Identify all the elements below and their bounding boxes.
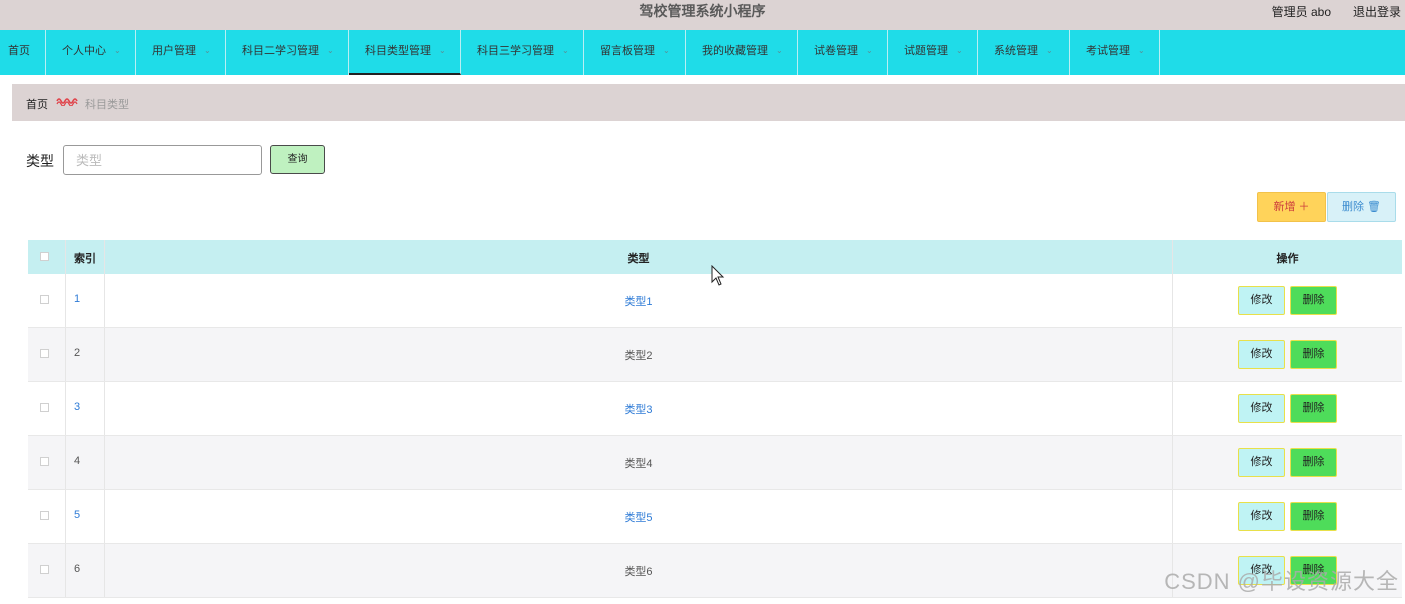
title-bar: 驾校管理系统小程序 管理员 abo 退出登录	[0, 0, 1405, 30]
row-index: 2	[74, 347, 81, 359]
chevron-down-icon: ⌄	[114, 46, 121, 55]
watermark: CSDN @毕设资源大全	[1164, 569, 1399, 594]
row-type: 类型4	[624, 458, 653, 470]
delete-button[interactable]: 删除	[1290, 448, 1337, 477]
row-index: 5	[74, 509, 81, 521]
nav-item-label: 考试管理	[1086, 45, 1130, 57]
column-divider	[65, 328, 66, 381]
column-divider	[65, 240, 66, 274]
nav-item-10[interactable]: 系统管理 ⌄	[978, 30, 1070, 75]
row-checkbox[interactable]	[40, 511, 49, 520]
search-button[interactable]: 查询	[270, 145, 325, 174]
add-button[interactable]: 新增 ＋	[1257, 192, 1326, 222]
nav-item-5[interactable]: 科目三学习管理 ⌄	[461, 30, 584, 75]
chevron-down-icon: ⌄	[1138, 46, 1145, 55]
chevron-down-icon: ⌄	[776, 46, 783, 55]
nav-item-label: 科目类型管理	[365, 45, 431, 57]
table-row: 2 类型2 修改 删除	[28, 328, 1402, 382]
nav-item-9[interactable]: 试题管理 ⌄	[888, 30, 978, 75]
nav-item-label: 科目二学习管理	[242, 45, 319, 57]
header-ops: 操作	[1276, 253, 1299, 265]
column-divider	[65, 490, 66, 543]
row-checkbox[interactable]	[40, 565, 49, 574]
search-label: 类型	[26, 153, 54, 169]
table-row: 5 类型5 修改 删除	[28, 490, 1402, 544]
batch-delete-button[interactable]: 删除 🗑	[1327, 192, 1396, 222]
row-type[interactable]: 类型1	[104, 293, 1173, 309]
nav-item-4[interactable]: 科目类型管理 ⌄	[349, 30, 461, 75]
chevron-down-icon: ⌄	[956, 46, 963, 55]
row-index: 1	[74, 293, 81, 305]
chevron-down-icon: ⌄	[663, 46, 670, 55]
row-index: 6	[74, 563, 81, 575]
delete-button[interactable]: 删除	[1290, 340, 1337, 369]
chevron-down-icon: ⌄	[562, 46, 569, 55]
nav-item-11[interactable]: 考试管理 ⌄	[1070, 30, 1160, 75]
chevron-down-icon: ⌄	[204, 46, 211, 55]
breadcrumb-home[interactable]: 首页	[26, 96, 48, 112]
nav-item-label: 首页	[8, 45, 30, 57]
chevron-down-icon: ⌄	[1046, 46, 1053, 55]
delete-button[interactable]: 删除	[1290, 286, 1337, 315]
column-divider	[65, 544, 66, 597]
nav-item-label: 试卷管理	[814, 45, 858, 57]
column-divider	[65, 274, 66, 327]
nav-item-label: 科目三学习管理	[477, 45, 554, 57]
breadcrumb-current: 科目类型	[85, 99, 129, 111]
edit-button[interactable]: 修改	[1238, 394, 1285, 423]
row-checkbox[interactable]	[40, 403, 49, 412]
nav-item-label: 用户管理	[152, 45, 196, 57]
nav-item-1[interactable]: 个人中心 ⌄	[46, 30, 136, 75]
nav-item-label: 我的收藏管理	[702, 45, 768, 57]
edit-button[interactable]: 修改	[1238, 502, 1285, 531]
nav-item-0[interactable]: 首页	[0, 30, 46, 75]
row-index: 4	[74, 455, 81, 467]
top-nav: 首页 个人中心 ⌄ 用户管理 ⌄ 科目二学习管理 ⌄ 科目类型管理 ⌄ 科目三学习管理 ⌄ 留言板管理…	[0, 30, 1405, 75]
select-all-checkbox[interactable]	[40, 252, 49, 261]
table-row: 4 类型4 修改 删除	[28, 436, 1402, 490]
nav-item-8[interactable]: 试卷管理 ⌄	[798, 30, 888, 75]
nav-item-2[interactable]: 用户管理 ⌄	[136, 30, 226, 75]
mouse-cursor-icon	[711, 265, 725, 286]
edit-button[interactable]: 修改	[1238, 340, 1285, 369]
header-index: 索引	[74, 253, 96, 265]
row-type: 类型6	[624, 566, 653, 578]
edit-button[interactable]: 修改	[1238, 286, 1285, 315]
delete-button[interactable]: 删除	[1290, 502, 1337, 531]
table-row: 3 类型3 修改 删除	[28, 382, 1402, 436]
chevron-down-icon: ⌄	[327, 46, 334, 55]
nav-item-3[interactable]: 科目二学习管理 ⌄	[226, 30, 349, 75]
row-checkbox[interactable]	[40, 457, 49, 466]
nav-item-label: 试题管理	[904, 45, 948, 57]
nav-item-7[interactable]: 我的收藏管理 ⌄	[686, 30, 798, 75]
row-type[interactable]: 类型3	[104, 401, 1173, 417]
column-divider	[65, 382, 66, 435]
header-type: 类型	[627, 253, 650, 265]
row-type: 类型2	[624, 350, 653, 362]
chevron-down-icon: ⌄	[866, 46, 873, 55]
nav-item-label: 个人中心	[62, 45, 106, 57]
column-divider	[65, 436, 66, 489]
breadcrumb: 首页 科目类型	[12, 84, 1405, 121]
type-search-input[interactable]	[63, 145, 262, 175]
row-type[interactable]: 类型5	[104, 509, 1173, 525]
chevron-down-icon: ⌄	[439, 46, 446, 55]
row-checkbox[interactable]	[40, 349, 49, 358]
edit-button[interactable]: 修改	[1238, 448, 1285, 477]
breadcrumb-separator-icon	[56, 98, 78, 106]
nav-item-label: 系统管理	[994, 45, 1038, 57]
delete-button[interactable]: 删除	[1290, 394, 1337, 423]
row-checkbox[interactable]	[40, 295, 49, 304]
current-user: 管理员 abo	[1271, 5, 1331, 19]
nav-item-label: 留言板管理	[600, 45, 655, 57]
app-title: 驾校管理系统小程序	[639, 3, 766, 19]
logout-link[interactable]: 退出登录	[1353, 3, 1401, 20]
nav-item-6[interactable]: 留言板管理 ⌄	[584, 30, 686, 75]
row-index: 3	[74, 401, 81, 413]
